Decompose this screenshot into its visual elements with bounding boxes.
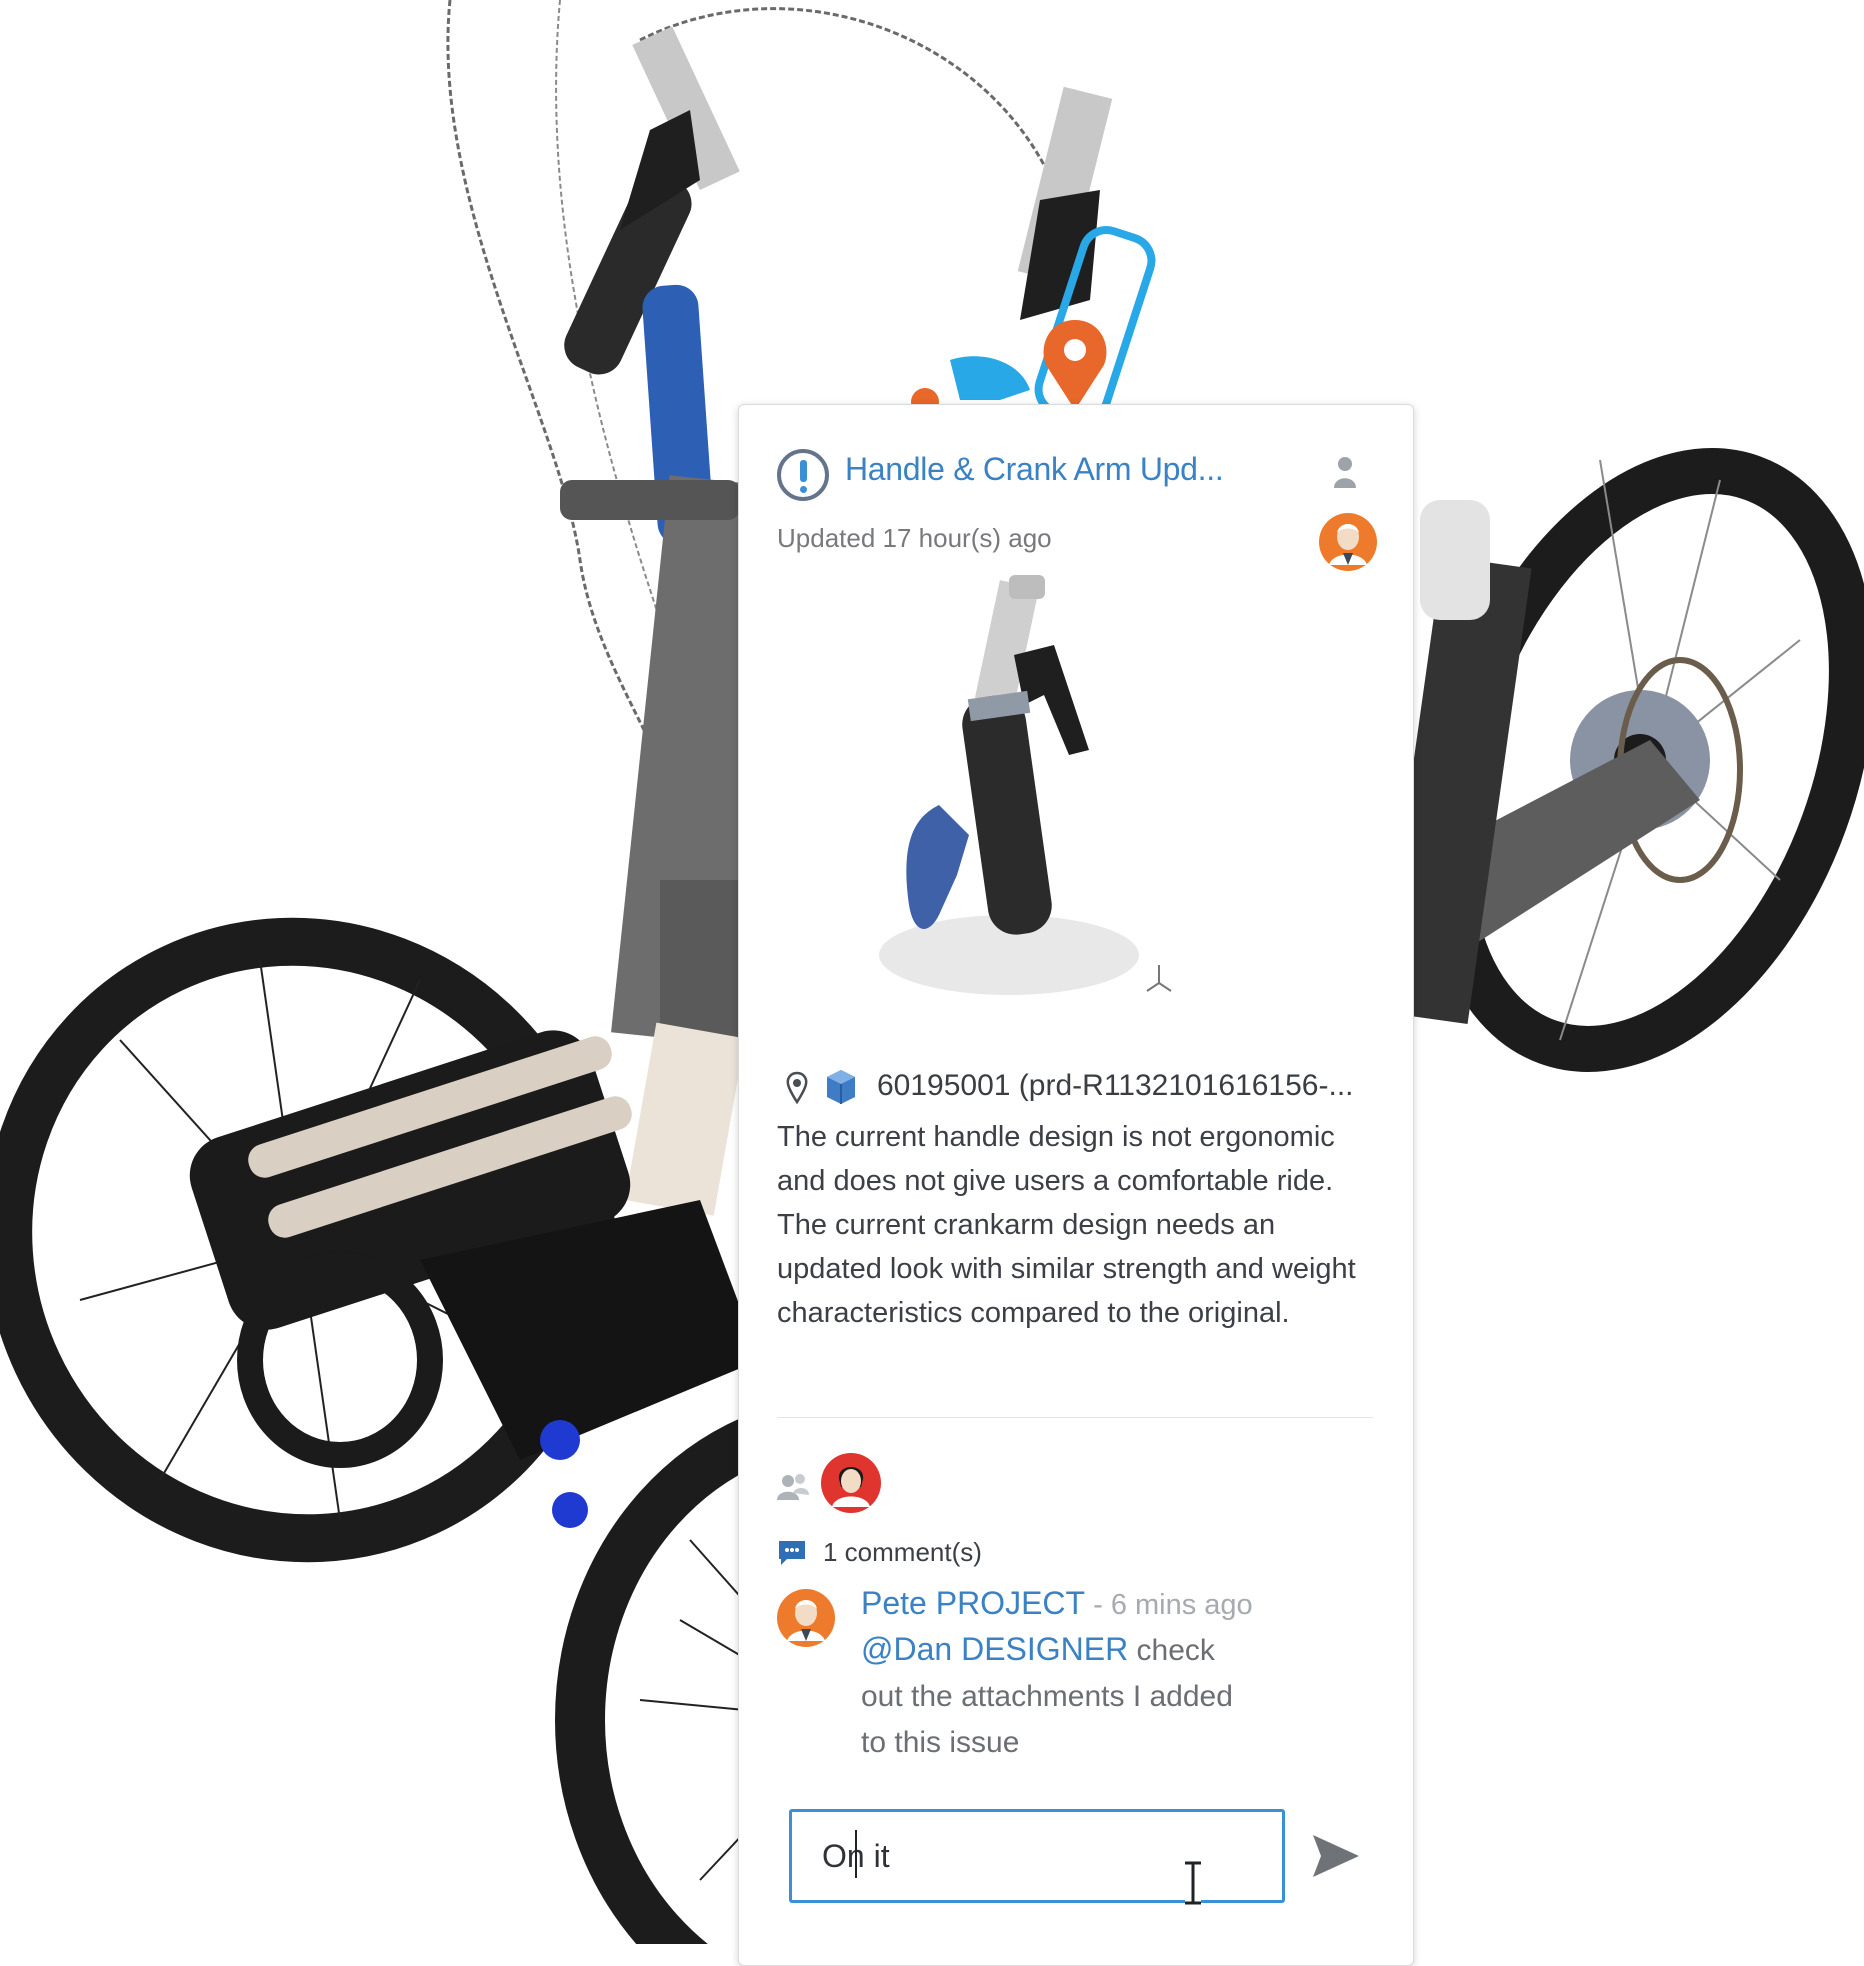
right-brake-lever	[1020, 190, 1100, 320]
ibeam-cursor-icon	[1185, 1861, 1201, 1905]
handlebar-clamp	[560, 480, 740, 520]
user-icon	[1334, 457, 1356, 488]
frame-collar	[660, 880, 750, 1050]
comments-count[interactable]: 1 comment(s)	[777, 1537, 1177, 1573]
group-icon	[777, 1474, 809, 1500]
comment-author[interactable]: Pete PROJECT	[861, 1585, 1085, 1621]
issue-title-link[interactable]: Handle & Crank Arm Upd...	[845, 451, 1265, 488]
comment-text-line2: out the attachments I added	[861, 1680, 1233, 1713]
comment-item: Pete PROJECT - 6 mins ago @Dan DESIGNER …	[777, 1585, 1377, 1775]
rear-seat-post	[1420, 500, 1490, 620]
comment-author-avatar[interactable]	[777, 1589, 835, 1647]
issue-header: Handle & Crank Arm Upd... Updated 17 hou…	[777, 441, 1377, 571]
send-icon[interactable]	[1309, 1831, 1363, 1881]
blue-highlighted-part	[950, 356, 1030, 400]
issue-thumbnail[interactable]	[839, 575, 1259, 1005]
assignees-row	[777, 1453, 977, 1513]
comment-body: Pete PROJECT - 6 mins ago @Dan DESIGNER …	[861, 1585, 1321, 1766]
issue-card: Handle & Crank Arm Upd... Updated 17 hou…	[738, 404, 1414, 1966]
comment-time: - 6 mins ago	[1085, 1589, 1253, 1621]
3d-part-icon	[827, 1070, 855, 1104]
part-reference-row: 60195001 (prd-R1132101616156-...	[785, 1065, 1383, 1109]
location-pin-icon[interactable]	[785, 1071, 809, 1105]
comment-icon	[779, 1541, 805, 1565]
orange-location-marker	[1043, 320, 1107, 410]
divider	[777, 1417, 1373, 1418]
comment-text: check	[1128, 1634, 1215, 1667]
updated-timestamp: Updated 17 hour(s) ago	[777, 523, 1052, 553]
frame-tube	[625, 1022, 746, 1216]
text-caret	[855, 1830, 857, 1878]
part-reference[interactable]: 60195001 (prd-R1132101616156-...	[877, 1069, 1387, 1103]
comment-text-line3: to this issue	[861, 1726, 1020, 1759]
reply-input[interactable]	[789, 1809, 1285, 1903]
comments-count-label: 1 comment(s)	[823, 1537, 982, 1567]
issue-alert-icon	[777, 449, 829, 501]
assignee-avatar[interactable]	[821, 1453, 881, 1513]
owner-avatar[interactable]	[1319, 513, 1377, 571]
comment-mention[interactable]: @Dan DESIGNER	[861, 1631, 1128, 1667]
issue-description: The current handle design is not ergonom…	[777, 1121, 1356, 1329]
